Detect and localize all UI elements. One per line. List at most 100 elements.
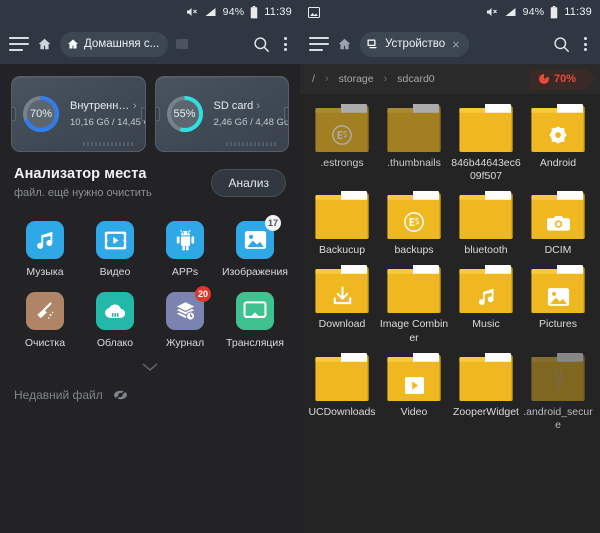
overflow-menu-icon[interactable] bbox=[579, 37, 591, 51]
app-shortcut-облако[interactable]: Облако bbox=[80, 292, 150, 349]
folder-name: DCIM bbox=[544, 244, 572, 257]
folder-name: Pictures bbox=[539, 318, 577, 331]
analyzer-title: Анализатор места bbox=[14, 166, 147, 182]
app-screen: 94% 11:39 Домашняя с... 70% Внутреннее ›… bbox=[0, 0, 600, 533]
folder-name: backups bbox=[394, 244, 434, 257]
folder-grid: .estrongs .thumbnails 846b44643ec609f507 An… bbox=[300, 94, 600, 436]
overflow-menu-icon[interactable] bbox=[279, 37, 291, 51]
broom-icon bbox=[26, 292, 64, 331]
folder-item[interactable]: .estrongs bbox=[306, 104, 378, 187]
left-status-bar: 94% 11:39 bbox=[0, 0, 300, 24]
signal-icon bbox=[504, 6, 517, 18]
folder-item[interactable]: bluetooth bbox=[450, 191, 522, 261]
folder-item[interactable]: ZooperWidget bbox=[450, 352, 522, 436]
video-play-icon bbox=[386, 376, 442, 395]
usage-percent-sdcard: 55% bbox=[173, 108, 196, 120]
tab-placeholder[interactable] bbox=[176, 39, 189, 49]
folder-icon bbox=[314, 352, 370, 403]
folder-item[interactable]: 846b44643ec609f507 bbox=[450, 104, 522, 187]
hamburger-menu-icon[interactable] bbox=[9, 36, 29, 52]
clock-label: 11:39 bbox=[564, 6, 592, 18]
folder-item[interactable]: UCDownloads bbox=[306, 352, 378, 436]
right-status-bar: 94% 11:39 bbox=[300, 0, 600, 24]
folder-icon bbox=[530, 191, 586, 241]
cast-screen-icon bbox=[236, 292, 274, 331]
folder-item[interactable]: Backucup bbox=[306, 191, 378, 261]
analyzer-text: Анализатор места файл. ещё нужно очистит… bbox=[14, 166, 211, 199]
home-icon[interactable] bbox=[37, 37, 52, 51]
folder-icon bbox=[458, 265, 514, 315]
space-analyzer-section: Анализатор места файл. ещё нужно очистит… bbox=[0, 152, 300, 199]
folder-item[interactable]: Image Combiner bbox=[378, 265, 450, 348]
expand-more-button[interactable] bbox=[0, 349, 300, 372]
storage-card-sdcard[interactable]: 55% SD card › 2,46 Gб / 4,48 Gб bbox=[154, 76, 289, 152]
storage-usage-chip[interactable]: 70% bbox=[529, 68, 597, 90]
card-decoration bbox=[82, 142, 135, 146]
clock-label: 11:39 bbox=[264, 6, 292, 18]
es-logo-icon bbox=[314, 124, 370, 146]
home-icon[interactable] bbox=[337, 37, 352, 51]
storage-usage-sdcard: 2,46 Gб / 4,48 Gб bbox=[213, 117, 289, 128]
app-shortcut-журнал[interactable]: 20 Журнал bbox=[150, 286, 220, 349]
folder-item[interactable]: Video bbox=[378, 352, 450, 436]
folder-item[interactable]: .thumbnails bbox=[378, 104, 450, 187]
folder-item[interactable]: DCIM bbox=[522, 191, 594, 261]
folder-name: .estrongs bbox=[320, 157, 364, 169]
storage-title-internal: Внутреннее х... bbox=[70, 100, 130, 112]
app-shortcut-apps[interactable]: APPs bbox=[150, 221, 220, 278]
app-shortcut-изображения[interactable]: 17 Изображения bbox=[220, 215, 290, 278]
folder-name: Android bbox=[539, 157, 577, 169]
svg-text:?: ? bbox=[553, 377, 562, 395]
usage-percent-internal: 70% bbox=[29, 108, 53, 120]
usage-ring-sdcard: 55% bbox=[164, 93, 206, 135]
folder-icon: ? bbox=[530, 352, 586, 403]
breadcrumb-item-storage[interactable]: storage bbox=[329, 73, 384, 85]
folder-icon bbox=[314, 191, 370, 241]
folder-name: .thumbnails bbox=[387, 157, 441, 169]
download-icon bbox=[314, 285, 370, 307]
signal-icon bbox=[204, 6, 217, 18]
tab-label: Домашняя с... bbox=[84, 38, 160, 50]
app-shortcut-label: APPs bbox=[171, 266, 199, 278]
recent-files-label: Недавний файл bbox=[14, 388, 103, 403]
folder-item[interactable]: Download bbox=[306, 265, 378, 348]
storage-card-info: Внутреннее х... › 10,16 Gб / 14,45 Gб bbox=[70, 100, 145, 128]
folder-icon bbox=[314, 265, 370, 315]
tab-device[interactable]: Устройство × bbox=[360, 31, 469, 57]
recent-files-row[interactable]: Недавний файл bbox=[0, 372, 300, 402]
breadcrumb-item-sdcard0[interactable]: sdcard0 bbox=[387, 73, 444, 85]
hamburger-menu-icon[interactable] bbox=[309, 36, 329, 52]
app-shortcut-музыка[interactable]: Музыка bbox=[10, 221, 80, 278]
music-note-icon bbox=[458, 286, 514, 307]
app-shortcut-label: Видео bbox=[99, 266, 131, 278]
breadcrumb: / › storage › sdcard0 70% bbox=[300, 64, 600, 94]
tab-home[interactable]: Домашняя с... bbox=[60, 31, 169, 57]
app-shortcut-видео[interactable]: Видео bbox=[80, 221, 150, 278]
folder-item[interactable]: Music bbox=[450, 265, 522, 348]
storage-usage-label: 70% bbox=[553, 73, 576, 85]
storage-card-internal[interactable]: 70% Внутреннее х... › 10,16 Gб / 14,45 G… bbox=[11, 76, 146, 152]
android-robot-icon bbox=[166, 221, 204, 259]
search-icon[interactable] bbox=[252, 35, 271, 54]
app-shortcut-очистка[interactable]: Очистка bbox=[10, 292, 80, 349]
home-icon bbox=[67, 38, 79, 50]
folder-icon bbox=[386, 191, 442, 241]
analyze-button[interactable]: Анализ bbox=[211, 168, 286, 197]
folder-item[interactable]: ? .android_secure bbox=[522, 352, 594, 436]
camera-icon bbox=[530, 214, 586, 233]
folder-item[interactable]: Android bbox=[522, 104, 594, 187]
badge-count: 17 bbox=[264, 215, 281, 231]
search-icon[interactable] bbox=[552, 35, 571, 54]
folder-item[interactable]: Pictures bbox=[522, 265, 594, 348]
folder-item[interactable]: backups bbox=[378, 191, 450, 261]
folder-icon bbox=[386, 265, 442, 315]
app-shortcut-трансляция[interactable]: Трансляция bbox=[220, 292, 290, 349]
gear-icon bbox=[530, 124, 586, 146]
mute-icon bbox=[185, 6, 198, 18]
folder-name: ZooperWidget bbox=[453, 405, 519, 418]
close-icon[interactable]: × bbox=[452, 38, 460, 51]
app-shortcut-label: Облако bbox=[96, 337, 134, 350]
breadcrumb-item-root[interactable]: / bbox=[308, 73, 325, 85]
right-panel: 94% 11:39 Устройство × / › storage › sdc… bbox=[300, 0, 600, 533]
eye-off-icon[interactable] bbox=[112, 389, 129, 401]
